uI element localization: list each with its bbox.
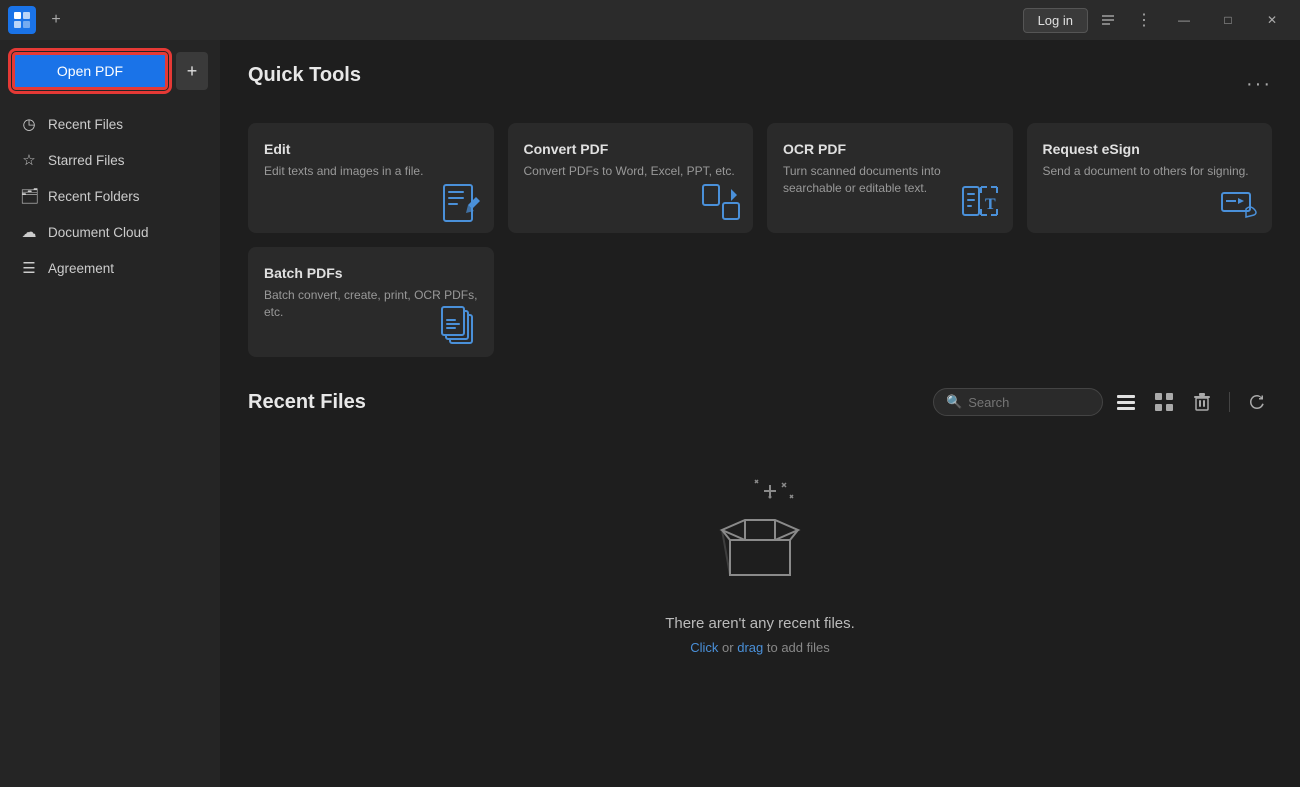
sidebar-nav: ◷ Recent Files ☆ Starred Files 🗂 Recent … bbox=[0, 106, 220, 286]
tool-edit-desc: Edit texts and images in a file. bbox=[264, 163, 478, 180]
suffix-text: to add files bbox=[767, 640, 830, 655]
list-view-button[interactable] bbox=[1111, 387, 1141, 417]
sidebar-label-recent-files: Recent Files bbox=[48, 117, 123, 132]
edit-tool-icon bbox=[440, 179, 480, 219]
quick-tools-header: Quick Tools ··· bbox=[248, 64, 1272, 105]
svg-text:T: T bbox=[985, 196, 996, 213]
sidebar-item-starred-files[interactable]: ☆ Starred Files bbox=[8, 142, 212, 178]
login-button[interactable]: Log in bbox=[1023, 8, 1088, 33]
esign-tool-icon bbox=[1218, 179, 1258, 219]
delete-button[interactable] bbox=[1187, 387, 1217, 417]
empty-state: There aren't any recent files. Click or … bbox=[248, 435, 1272, 695]
tool-card-esign-text: Request eSign Send a document to others … bbox=[1043, 141, 1257, 180]
click-link[interactable]: Click bbox=[690, 640, 718, 655]
sidebar-top: Open PDF + bbox=[0, 52, 220, 106]
tool-esign-title: Request eSign bbox=[1043, 141, 1257, 157]
sidebar: Open PDF + ◷ Recent Files ☆ Starred File… bbox=[0, 40, 220, 787]
sidebar-item-agreement[interactable]: ☰ Agreement bbox=[8, 250, 212, 286]
search-box[interactable]: 🔍 bbox=[933, 388, 1103, 416]
tool-card-ocr[interactable]: OCR PDF Turn scanned documents into sear… bbox=[767, 123, 1013, 233]
sidebar-add-button[interactable]: + bbox=[176, 52, 208, 90]
notifications-icon[interactable] bbox=[1092, 4, 1124, 36]
search-icon: 🔍 bbox=[946, 394, 962, 410]
tools-grid: Edit Edit texts and images in a file. bbox=[248, 123, 1272, 357]
or-text: or bbox=[722, 640, 737, 655]
titlebar-left: + bbox=[8, 6, 68, 34]
new-tab-button[interactable]: + bbox=[44, 8, 68, 32]
sidebar-label-document-cloud: Document Cloud bbox=[48, 225, 149, 240]
agreement-icon: ☰ bbox=[20, 259, 38, 277]
ocr-tool-icon: T bbox=[959, 179, 999, 219]
tool-card-convert-text: Convert PDF Convert PDFs to Word, Excel,… bbox=[524, 141, 738, 180]
content-area: Quick Tools ··· Edit Edit texts and imag… bbox=[220, 40, 1300, 787]
tool-convert-title: Convert PDF bbox=[524, 141, 738, 157]
sidebar-item-document-cloud[interactable]: ☁ Document Cloud bbox=[8, 214, 212, 250]
sidebar-label-recent-folders: Recent Folders bbox=[48, 189, 140, 204]
empty-box-icon bbox=[700, 475, 820, 595]
maximize-button[interactable]: □ bbox=[1208, 4, 1248, 36]
sidebar-label-agreement: Agreement bbox=[48, 261, 114, 276]
refresh-button[interactable] bbox=[1242, 387, 1272, 417]
empty-title: There aren't any recent files. bbox=[665, 615, 855, 632]
tool-esign-desc: Send a document to others for signing. bbox=[1043, 163, 1257, 180]
empty-subtitle: Click or drag to add files bbox=[690, 640, 830, 655]
document-cloud-icon: ☁ bbox=[20, 223, 38, 241]
recent-files-icon: ◷ bbox=[20, 115, 38, 133]
recent-files-title: Recent Files bbox=[248, 391, 366, 414]
sidebar-item-recent-folders[interactable]: 🗂 Recent Folders bbox=[8, 178, 212, 214]
app-icon bbox=[8, 6, 36, 34]
tool-card-convert[interactable]: Convert PDF Convert PDFs to Word, Excel,… bbox=[508, 123, 754, 233]
titlebar: + Log in ⋮ — □ ✕ bbox=[0, 0, 1300, 40]
drag-link[interactable]: drag bbox=[737, 640, 763, 655]
search-input[interactable] bbox=[968, 395, 1088, 410]
tool-edit-title: Edit bbox=[264, 141, 478, 157]
tool-card-esign[interactable]: Request eSign Send a document to others … bbox=[1027, 123, 1273, 233]
minimize-button[interactable]: — bbox=[1164, 4, 1204, 36]
sidebar-label-starred-files: Starred Files bbox=[48, 153, 125, 168]
batch-tool-icon bbox=[440, 303, 480, 343]
convert-tool-icon bbox=[699, 179, 739, 219]
titlebar-right: Log in ⋮ — □ ✕ bbox=[1023, 4, 1292, 36]
sidebar-item-recent-files[interactable]: ◷ Recent Files bbox=[8, 106, 212, 142]
main-layout: Open PDF + ◷ Recent Files ☆ Starred File… bbox=[0, 40, 1300, 787]
grid-view-button[interactable] bbox=[1149, 387, 1179, 417]
recent-folders-icon: 🗂 bbox=[20, 187, 38, 205]
tool-convert-desc: Convert PDFs to Word, Excel, PPT, etc. bbox=[524, 163, 738, 180]
recent-files-header: Recent Files 🔍 bbox=[248, 387, 1272, 417]
quick-tools-more-button[interactable]: ··· bbox=[1246, 73, 1272, 96]
more-options-icon[interactable]: ⋮ bbox=[1128, 4, 1160, 36]
close-button[interactable]: ✕ bbox=[1252, 4, 1292, 36]
tool-batch-title: Batch PDFs bbox=[264, 265, 478, 281]
open-pdf-button[interactable]: Open PDF bbox=[12, 52, 168, 90]
quick-tools-title: Quick Tools bbox=[248, 64, 361, 87]
controls-divider bbox=[1229, 392, 1230, 412]
tool-card-edit[interactable]: Edit Edit texts and images in a file. bbox=[248, 123, 494, 233]
tool-card-edit-text: Edit Edit texts and images in a file. bbox=[264, 141, 478, 180]
tool-ocr-title: OCR PDF bbox=[783, 141, 997, 157]
starred-files-icon: ☆ bbox=[20, 151, 38, 169]
tool-card-batch[interactable]: Batch PDFs Batch convert, create, print,… bbox=[248, 247, 494, 357]
recent-files-controls: 🔍 bbox=[933, 387, 1272, 417]
